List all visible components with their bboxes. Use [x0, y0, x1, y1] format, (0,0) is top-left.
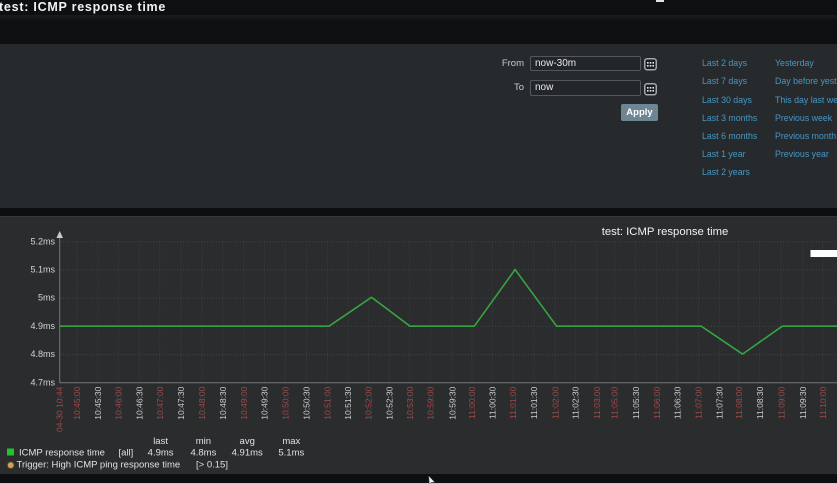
svg-text:11:07:00: 11:07:00: [694, 386, 704, 419]
svg-text:5.1ms: 5.1ms: [30, 265, 55, 275]
svg-text:min: min: [196, 436, 211, 447]
svg-text:11:02:00: 11:02:00: [550, 386, 560, 419]
svg-text:04-30 10:44: 04-30 10:44: [55, 386, 65, 432]
svg-text:[all]: [all]: [119, 448, 134, 459]
svg-text:11:06:30: 11:06:30: [672, 386, 682, 419]
svg-text:10:51:30: 10:51:30: [343, 386, 353, 419]
svg-text:10:50:00: 10:50:00: [280, 386, 290, 419]
svg-text:10:53:00: 10:53:00: [405, 386, 415, 419]
svg-text:10:45:00: 10:45:00: [72, 386, 82, 419]
svg-text:11:03:00: 11:03:00: [592, 386, 602, 419]
svg-text:10:48:30: 10:48:30: [218, 386, 228, 419]
svg-text:11:02:30: 11:02:30: [571, 386, 581, 419]
svg-text:4.91ms: 4.91ms: [232, 448, 263, 459]
svg-text:11:01:30: 11:01:30: [529, 386, 539, 419]
svg-text:4.8ms: 4.8ms: [30, 349, 55, 359]
svg-text:11:00:30: 11:00:30: [488, 386, 498, 419]
svg-text:4.9ms: 4.9ms: [148, 448, 174, 459]
svg-text:10:48:00: 10:48:00: [197, 386, 207, 419]
svg-text:10:59:00: 10:59:00: [426, 386, 436, 419]
svg-text:11:08:00: 11:08:00: [734, 386, 744, 419]
svg-text:10:52:30: 10:52:30: [385, 386, 395, 419]
svg-text:4.7ms: 4.7ms: [30, 377, 55, 387]
svg-text:last: last: [153, 436, 168, 447]
svg-text:5.1ms: 5.1ms: [278, 448, 304, 459]
svg-text:4.8ms: 4.8ms: [190, 448, 216, 459]
svg-text:test: ICMP response time: test: ICMP response time: [602, 226, 729, 238]
svg-text:11:08:30: 11:08:30: [755, 386, 765, 419]
svg-text:[> 0.15]: [> 0.15]: [196, 460, 228, 471]
svg-text:10:47:30: 10:47:30: [176, 386, 186, 419]
svg-text:11:10:00: 11:10:00: [818, 386, 828, 419]
svg-text:10:50:30: 10:50:30: [302, 386, 312, 419]
svg-text:11:00:00: 11:00:00: [467, 386, 477, 419]
svg-text:10:59:30: 10:59:30: [447, 386, 457, 419]
svg-text:avg: avg: [240, 436, 255, 447]
svg-text:10:46:00: 10:46:00: [114, 386, 124, 419]
svg-text:10:45:30: 10:45:30: [93, 386, 103, 419]
svg-text:ICMP response time: ICMP response time: [19, 448, 105, 459]
svg-text:10:52:00: 10:52:00: [364, 386, 374, 419]
svg-text:10:47:00: 10:47:00: [155, 386, 165, 419]
svg-text:11:07:30: 11:07:30: [715, 386, 725, 419]
svg-text:5.2ms: 5.2ms: [30, 236, 55, 246]
svg-text:11:09:00: 11:09:00: [776, 386, 786, 419]
svg-text:max: max: [282, 436, 300, 447]
svg-text:10:49:30: 10:49:30: [260, 386, 270, 419]
svg-text:11:09:30: 11:09:30: [798, 386, 808, 419]
svg-text:Trigger: High ICMP ping respon: Trigger: High ICMP ping response time: [17, 460, 181, 471]
svg-text:11:06:00: 11:06:00: [652, 386, 662, 419]
svg-text:10:46:30: 10:46:30: [134, 386, 144, 419]
svg-text:10:49:00: 10:49:00: [239, 386, 249, 419]
svg-text:11:05:00: 11:05:00: [610, 386, 620, 419]
svg-text:5ms: 5ms: [38, 293, 56, 303]
svg-text:11:01:00: 11:01:00: [508, 386, 518, 419]
svg-text:4.9ms: 4.9ms: [30, 321, 55, 331]
svg-text:11:05:30: 11:05:30: [631, 386, 641, 419]
svg-text:10:51:00: 10:51:00: [323, 386, 333, 419]
